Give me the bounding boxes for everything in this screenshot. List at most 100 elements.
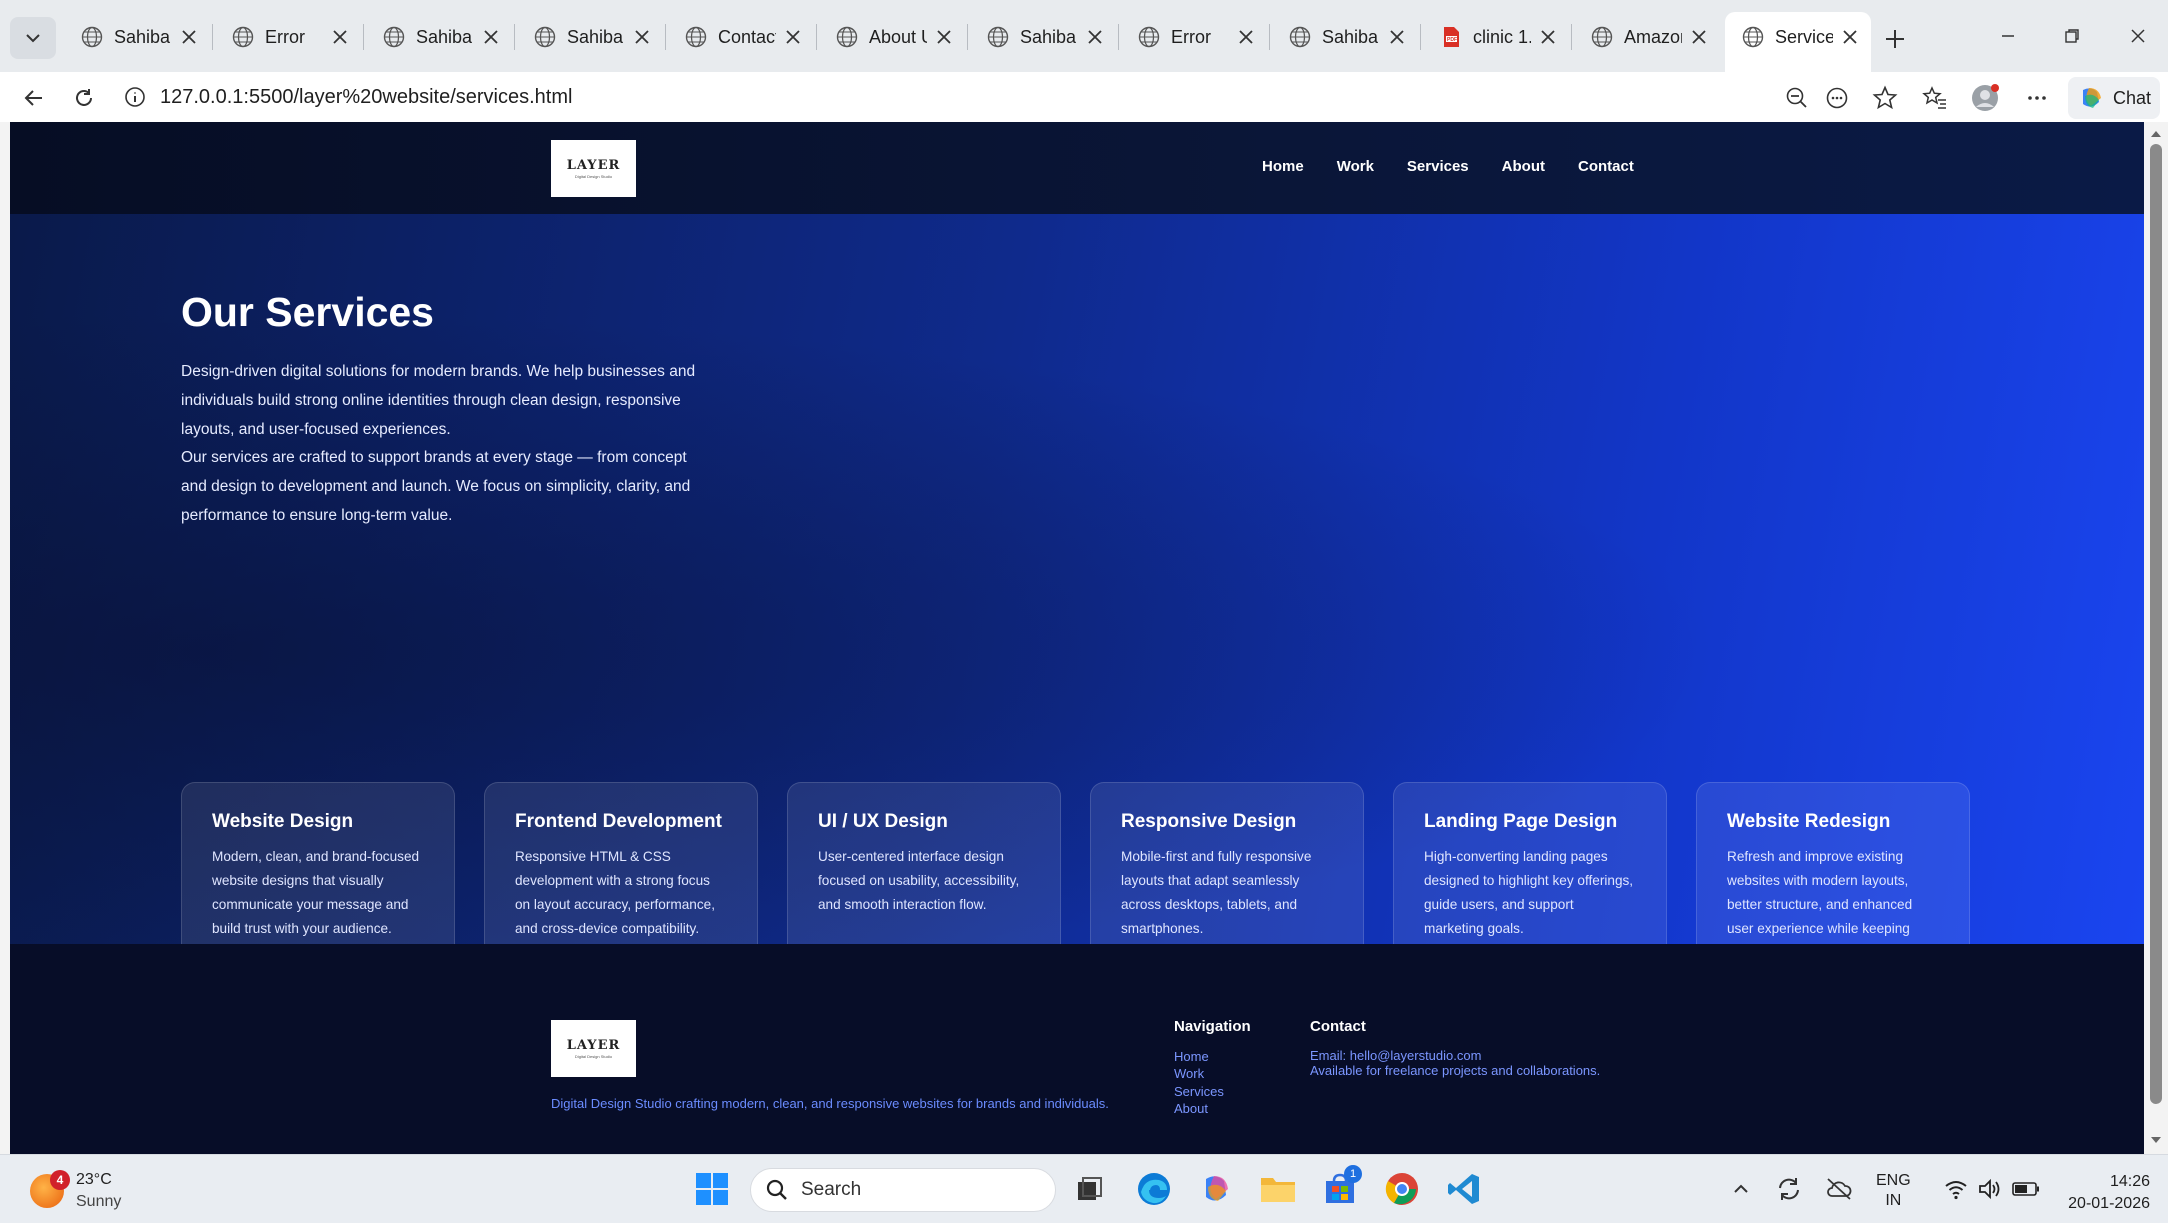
globe-icon xyxy=(81,26,103,48)
close-tab-icon[interactable] xyxy=(178,26,200,48)
globe-icon xyxy=(232,26,254,48)
close-tab-icon[interactable] xyxy=(1386,26,1408,48)
footer-logo[interactable]: LAYER Digital Design Studio xyxy=(551,1020,636,1077)
taskbar-vscode[interactable] xyxy=(1440,1165,1488,1213)
profile-avatar-icon xyxy=(1972,84,1999,111)
services-hero: Our Services Design-driven digital solut… xyxy=(10,214,2144,998)
windows-logo-icon xyxy=(696,1173,728,1205)
close-tab-icon[interactable] xyxy=(933,26,955,48)
nav-work[interactable]: Work xyxy=(1337,158,1374,175)
browser-tab[interactable]: Services - xyxy=(1725,12,1871,72)
browser-tab[interactable]: Contact | xyxy=(668,12,814,62)
footer-contact-email[interactable]: Email: hello@layerstudio.com xyxy=(1310,1048,1600,1063)
browser-tab[interactable]: Sahiba – W xyxy=(970,12,1116,62)
browser-toolbar: 127.0.0.1:5500/layer%20website/services.… xyxy=(0,72,2168,122)
info-icon[interactable] xyxy=(124,86,146,108)
nav-services[interactable]: Services xyxy=(1407,158,1469,175)
sync-tray-icon[interactable] xyxy=(1772,1165,1806,1213)
footer-nav-heading: Navigation xyxy=(1174,1018,1251,1035)
close-tab-icon[interactable] xyxy=(1084,26,1106,48)
close-tab-icon[interactable] xyxy=(329,26,351,48)
browser-tab[interactable]: Sahiba – W xyxy=(1272,12,1418,62)
task-view-icon xyxy=(1078,1177,1102,1200)
taskbar-file-explorer[interactable] xyxy=(1254,1165,1302,1213)
back-button[interactable] xyxy=(14,78,54,118)
close-tab-icon[interactable] xyxy=(1235,26,1257,48)
browser-tab[interactable]: About Us xyxy=(819,12,965,62)
new-tab-button[interactable] xyxy=(1876,20,1914,58)
taskbar-chrome[interactable] xyxy=(1378,1165,1426,1213)
tab-actions-menu-button[interactable] xyxy=(10,17,56,59)
close-tab-icon[interactable] xyxy=(1839,26,1861,48)
reload-icon xyxy=(76,89,92,106)
show-hidden-icons-button[interactable] xyxy=(1726,1165,1756,1213)
service-card-text: Modern, clean, and brand-focused website… xyxy=(212,849,420,936)
close-tab-icon[interactable] xyxy=(782,26,804,48)
nav-home[interactable]: Home xyxy=(1262,158,1304,175)
logo-wordmark: LAYER xyxy=(566,1038,621,1053)
scroll-up-arrow-icon[interactable] xyxy=(2150,128,2162,140)
browser-tab[interactable]: Error xyxy=(215,12,361,62)
footer-link-home[interactable]: Home xyxy=(1174,1048,1224,1065)
browser-tab[interactable]: Sahiba – W xyxy=(517,12,663,62)
system-clock[interactable]: 14:26 20-01-2026 xyxy=(2050,1171,2150,1215)
close-tab-icon[interactable] xyxy=(1537,26,1559,48)
footer-link-work[interactable]: Work xyxy=(1174,1065,1224,1082)
favorites-button[interactable] xyxy=(1916,79,1954,117)
task-view-button[interactable] xyxy=(1066,1165,1114,1213)
service-card-text: High-converting landing pages designed t… xyxy=(1424,849,1634,936)
language-indicator[interactable]: ENG IN xyxy=(1876,1171,1911,1211)
tab-separator xyxy=(212,24,213,50)
zoom-out-button[interactable] xyxy=(1778,79,1816,117)
tab-separator xyxy=(1118,24,1119,50)
globe-icon xyxy=(1289,26,1311,48)
pdf-icon: PDF xyxy=(1444,27,1459,47)
weather-widget[interactable]: 4 23°C Sunny xyxy=(30,1169,121,1213)
browser-tab[interactable]: Amazon ( xyxy=(1574,12,1720,62)
close-tab-icon[interactable] xyxy=(631,26,653,48)
site-footer: LAYER Digital Design Studio Digital Desi… xyxy=(10,944,2144,1154)
close-tab-icon[interactable] xyxy=(480,26,502,48)
quick-settings-button[interactable] xyxy=(1934,1169,2050,1209)
browser-tab[interactable]: Sahiba – W xyxy=(366,12,512,62)
browser-tab[interactable]: Sahiba – W xyxy=(64,12,210,62)
nav-about[interactable]: About xyxy=(1502,158,1545,175)
minimize-button[interactable] xyxy=(1988,18,2028,54)
taskbar-search[interactable]: Search xyxy=(750,1168,1056,1212)
page-scrollbar[interactable] xyxy=(2144,122,2168,1154)
start-button[interactable] xyxy=(688,1165,736,1213)
taskbar-store[interactable]: 1 xyxy=(1316,1165,1364,1213)
taskbar-edge[interactable] xyxy=(1130,1165,1178,1213)
close-window-button[interactable] xyxy=(2118,18,2158,54)
weather-temp: 23°C xyxy=(76,1171,112,1188)
settings-more-button[interactable] xyxy=(2018,79,2056,117)
cloud-offline-tray-icon[interactable] xyxy=(1822,1165,1856,1213)
browser-tab-label: Contact | xyxy=(718,26,776,47)
language-region: IN xyxy=(1885,1192,1902,1209)
service-card-title: Landing Page Design xyxy=(1424,811,1618,832)
footer-link-about[interactable]: About xyxy=(1174,1100,1224,1117)
restore-button[interactable] xyxy=(2052,18,2092,54)
reading-mode-button[interactable] xyxy=(1818,79,1856,117)
address-bar[interactable]: 127.0.0.1:5500/layer%20website/services.… xyxy=(112,75,1762,119)
weather-badge: 4 xyxy=(50,1170,70,1190)
close-tab-icon[interactable] xyxy=(1688,26,1710,48)
url-text[interactable]: 127.0.0.1:5500/layer%20website/services.… xyxy=(160,86,572,109)
scroll-down-arrow-icon[interactable] xyxy=(2150,1134,2162,1146)
browser-tab-label: Error xyxy=(1171,26,1211,47)
scrollbar-thumb[interactable] xyxy=(2150,144,2162,1104)
favorite-star-button[interactable] xyxy=(1866,79,1904,117)
header-logo[interactable]: LAYER Digital Design Studio xyxy=(551,140,636,197)
browser-tab[interactable]: PDF clinic 1.pdf xyxy=(1423,12,1569,62)
language-code: ENG xyxy=(1876,1172,1911,1189)
nav-contact[interactable]: Contact xyxy=(1578,158,1634,175)
taskbar-copilot[interactable] xyxy=(1192,1165,1240,1213)
footer-link-services[interactable]: Services xyxy=(1174,1083,1224,1100)
browser-tab[interactable]: Error xyxy=(1121,12,1267,62)
chrome-icon xyxy=(1385,1173,1418,1205)
restore-icon xyxy=(2065,29,2079,43)
profile-button[interactable] xyxy=(1966,79,2004,117)
reload-button[interactable] xyxy=(64,78,104,118)
favorites-list-icon xyxy=(1922,86,1946,109)
copilot-chat-button[interactable]: Chat xyxy=(2068,77,2160,119)
